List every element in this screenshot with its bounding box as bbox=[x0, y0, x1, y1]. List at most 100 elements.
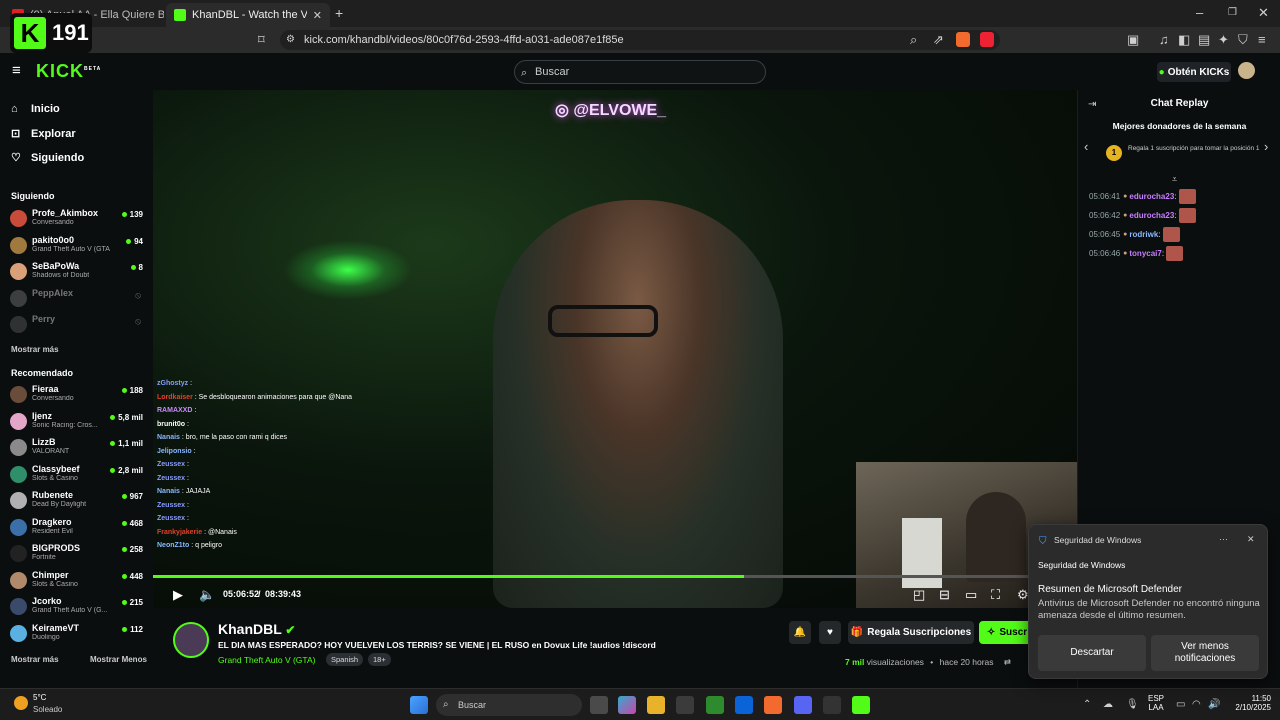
nav-inicio[interactable]: ⌂ Inicio bbox=[11, 103, 60, 115]
channel-avatar[interactable] bbox=[173, 622, 209, 658]
cloud-icon[interactable]: ☁ bbox=[1103, 698, 1113, 712]
kick-app-icon[interactable] bbox=[852, 696, 870, 714]
task-view-icon[interactable] bbox=[590, 696, 608, 714]
minimize-icon[interactable]: – bbox=[1196, 6, 1203, 20]
search-input[interactable]: ⌕ Buscar bbox=[514, 60, 766, 84]
restore-icon[interactable]: ❐ bbox=[1228, 6, 1237, 20]
video-progress-bar[interactable] bbox=[153, 575, 1077, 578]
sidebar-channel[interactable]: Classybeef Slots & Casino 2,8 mil bbox=[10, 463, 145, 487]
brave-shield-icon[interactable] bbox=[956, 32, 970, 47]
copilot-icon[interactable] bbox=[618, 696, 636, 714]
music-icon[interactable]: ♫ bbox=[1159, 33, 1169, 47]
sidebar-channel[interactable]: Chimper Slots & Casino 448 bbox=[10, 569, 145, 593]
follow-heart-button[interactable]: ♥ bbox=[819, 621, 841, 644]
sidebar-channel[interactable]: BIGPRODS Fortnite 258 bbox=[10, 542, 145, 566]
language-indicator[interactable]: ESP LAA bbox=[1148, 694, 1164, 712]
close-window-icon[interactable]: ✕ bbox=[1258, 6, 1269, 20]
show-more-recommended[interactable]: Mostrar más bbox=[11, 655, 59, 664]
weather-sun-icon[interactable] bbox=[14, 696, 28, 710]
tag-age[interactable]: 18+ bbox=[368, 653, 391, 666]
new-tab-button[interactable]: + bbox=[335, 6, 343, 20]
close-tab-icon[interactable]: ✕ bbox=[307, 9, 322, 22]
url-field[interactable]: ⚙ kick.com/khandbl/videos/80c0f76d-2593-… bbox=[280, 30, 1000, 50]
wifi-icon[interactable]: ◠ bbox=[1192, 698, 1201, 712]
discord-icon[interactable] bbox=[794, 696, 812, 714]
search-icon: ⌕ bbox=[521, 67, 528, 79]
nav-siguiendo[interactable]: ♡ Siguiendo bbox=[11, 151, 84, 165]
clock[interactable]: 11:50 2/10/2025 bbox=[1225, 694, 1271, 712]
monitor-icon[interactable]: ▭ bbox=[1176, 698, 1185, 712]
mic-icon[interactable]: 🎙 bbox=[1126, 698, 1139, 712]
start-icon[interactable] bbox=[410, 696, 428, 714]
app-icon[interactable] bbox=[823, 696, 841, 714]
gift-subs-button[interactable]: 🎁 Regala Suscripciones bbox=[848, 621, 974, 644]
outlook-icon[interactable] bbox=[735, 696, 753, 714]
sidebar-channel[interactable]: PeppAlex ⦸ bbox=[10, 287, 145, 311]
settings-icon[interactable]: ⚙ bbox=[1017, 588, 1029, 602]
sidebar-channel[interactable]: Rubenete Dead By Daylight 967 bbox=[10, 489, 145, 513]
sidebar-channel[interactable]: Profe_Akimbox Conversando 139 bbox=[10, 207, 145, 231]
fullscreen-icon[interactable]: ⛶ bbox=[991, 588, 1000, 602]
sidebar-channel[interactable]: pakito0o0 Grand Theft Auto V (GTA) 94 bbox=[10, 234, 145, 258]
kick-logo[interactable]: KICKBETA bbox=[36, 61, 101, 82]
nav-explorar[interactable]: ⊡ Explorar bbox=[11, 127, 76, 141]
bookmark-icon[interactable]: ⌑ bbox=[258, 33, 265, 47]
volume-icon[interactable]: 🔊 bbox=[1208, 698, 1220, 712]
avatar bbox=[10, 236, 27, 254]
tab-kick[interactable]: KhanDBL - Watch the VOD on Ki ✕ bbox=[166, 3, 330, 27]
tag-language[interactable]: Spanish bbox=[326, 653, 364, 666]
sidebar-channel[interactable]: Perry ⦸ bbox=[10, 313, 145, 337]
avatar bbox=[10, 263, 27, 280]
dismiss-button[interactable]: Descartar bbox=[1038, 635, 1146, 671]
emote-icon bbox=[1178, 189, 1196, 204]
leo-ai-icon[interactable]: ✦ bbox=[1218, 33, 1229, 47]
volume-icon[interactable]: 🔈 bbox=[199, 588, 215, 602]
video-player[interactable]: ◎ @ELVOWE_ zGhostyz : Lordkaiser : Se des… bbox=[153, 90, 1077, 608]
more-options-icon[interactable]: ··· bbox=[1219, 534, 1228, 544]
notification-bell-button[interactable]: 🔔 bbox=[789, 621, 811, 644]
share-icon[interactable]: ⇄ bbox=[1004, 657, 1011, 667]
weather-desc[interactable]: Soleado bbox=[33, 705, 62, 714]
sidebar-channel[interactable]: Fieraa Conversando 188 bbox=[10, 383, 145, 407]
prev-arrow-icon[interactable]: ‹ bbox=[1084, 140, 1088, 154]
close-icon[interactable]: ✕ bbox=[1247, 534, 1255, 545]
weather-temp[interactable]: 5°C bbox=[33, 693, 46, 702]
pip-icon[interactable]: ◰ bbox=[913, 588, 925, 602]
stream-category[interactable]: Grand Theft Auto V (GTA) bbox=[218, 655, 315, 665]
clip-icon[interactable]: ⊟ bbox=[939, 588, 950, 602]
show-less-recommended[interactable]: Mostrar Menos bbox=[90, 655, 147, 664]
theater-icon[interactable]: ▭ bbox=[965, 588, 977, 602]
sidebar-channel[interactable]: KeirameVT Duolingo 112 bbox=[10, 622, 145, 646]
tab-label: KhanDBL - Watch the VOD on Ki bbox=[192, 9, 307, 21]
avatar bbox=[10, 598, 27, 615]
sidebar-toggle-icon[interactable]: ▣ bbox=[1127, 33, 1139, 47]
sidebar-channel[interactable]: LizzB VALORANT 1,1 mil bbox=[10, 436, 145, 460]
share-icon[interactable]: ⇗ bbox=[933, 33, 944, 47]
store-icon[interactable] bbox=[676, 696, 694, 714]
brave-icon[interactable] bbox=[764, 696, 782, 714]
sidebar-channel[interactable]: Ijenz Sonic Racing: Cros... 5,8 mil bbox=[10, 410, 145, 434]
fewer-notifications-button[interactable]: Ver menos notificaciones bbox=[1151, 635, 1259, 671]
vpn-shield-icon[interactable]: ⛉ bbox=[1238, 33, 1248, 47]
zoom-icon[interactable]: ⌕ bbox=[910, 33, 917, 47]
channel-name[interactable]: KhanDBL ✔ bbox=[218, 621, 295, 637]
show-more-following[interactable]: Mostrar más bbox=[11, 345, 59, 354]
panel-icon[interactable]: ◧ bbox=[1178, 33, 1190, 47]
sidebar-channel[interactable]: SeBaPoWa Shadows of Doubt 8 bbox=[10, 260, 145, 284]
file-explorer-icon[interactable] bbox=[647, 696, 665, 714]
search-icon: ⌕ bbox=[443, 699, 449, 710]
menu-icon[interactable]: ≡ bbox=[1258, 33, 1266, 47]
xbox-icon[interactable] bbox=[706, 696, 724, 714]
brave-rewards-icon[interactable] bbox=[980, 32, 994, 47]
site-info-icon[interactable]: ⚙ bbox=[286, 33, 295, 47]
play-icon[interactable]: ▶ bbox=[173, 588, 183, 602]
user-avatar[interactable] bbox=[1238, 62, 1255, 79]
sidebar-channel[interactable]: Dragkero Resident Evil 468 bbox=[10, 516, 145, 540]
get-kicks-button[interactable]: ● Obtén KICKs bbox=[1157, 62, 1231, 82]
sidebar-channel[interactable]: Jcorko Grand Theft Auto V (G... 215 bbox=[10, 595, 145, 619]
filter-icon[interactable]: ⩡ bbox=[1172, 172, 1177, 186]
hamburger-menu-icon[interactable]: ≡ bbox=[12, 63, 21, 78]
wallet-icon[interactable]: ▤ bbox=[1198, 33, 1210, 47]
tray-chevron-icon[interactable]: ⌃ bbox=[1083, 698, 1091, 712]
taskbar-search[interactable]: ⌕ Buscar bbox=[436, 694, 582, 716]
